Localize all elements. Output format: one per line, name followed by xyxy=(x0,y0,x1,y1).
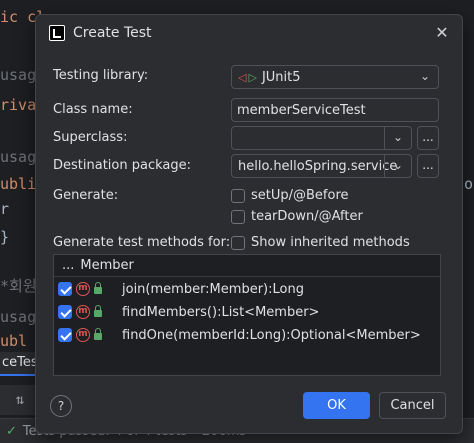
list-header-dots: ... xyxy=(62,258,75,273)
bg-code-fragment: o xyxy=(464,175,474,193)
method-checkbox[interactable] xyxy=(58,282,72,296)
list-header-label: Member xyxy=(80,258,134,273)
setup-label: setUp/@Before xyxy=(251,188,349,203)
help-button[interactable]: ? xyxy=(50,395,72,417)
show-inherited-checkbox[interactable] xyxy=(231,235,245,250)
public-lock-icon xyxy=(94,305,102,317)
superclass-label: Superclass: xyxy=(53,130,128,145)
method-icon: m xyxy=(76,282,90,296)
bg-code-line: ubli xyxy=(0,175,37,193)
method-row[interactable]: m join(member:Member):Long xyxy=(54,278,440,300)
setup-checkbox-row[interactable]: setUp/@Before xyxy=(231,188,349,203)
superclass-select[interactable]: ⌄ xyxy=(231,126,412,150)
method-checkbox[interactable] xyxy=(58,305,72,319)
methods-list[interactable]: ... Member m join(member:Member):Long m … xyxy=(53,254,441,376)
combo-separator xyxy=(384,127,385,149)
bg-run-tab[interactable]: ceTest xyxy=(0,352,40,376)
destination-package-label: Destination package: xyxy=(53,158,191,173)
teardown-checkbox[interactable] xyxy=(231,209,245,224)
generate-methods-label: Generate test methods for: xyxy=(53,235,230,250)
method-row[interactable]: m findMembers():List<Member> xyxy=(54,301,440,323)
public-lock-icon xyxy=(94,328,102,340)
testing-library-value: JUnit5 xyxy=(261,69,301,85)
teardown-checkbox-row[interactable]: tearDown/@After xyxy=(231,209,363,224)
junit-left-icon: ◁ xyxy=(238,70,247,84)
chevron-down-icon: ⌄ xyxy=(419,69,430,83)
method-icon: m xyxy=(76,328,90,342)
method-signature: findOne(memberId:Long):Optional<Member> xyxy=(122,327,421,343)
sort-icon[interactable]: ⇅ xyxy=(0,385,40,415)
show-inherited-row[interactable]: Show inherited methods xyxy=(231,235,410,250)
dialog-titlebar: Create Test ✕ xyxy=(36,15,462,51)
generate-methods-label-text: Generate test methods for: xyxy=(53,235,231,250)
dialog-title: Create Test xyxy=(73,25,152,41)
ok-button[interactable]: OK xyxy=(303,392,370,419)
setup-checkbox[interactable] xyxy=(231,188,245,203)
cancel-button[interactable]: Cancel xyxy=(379,392,446,419)
generate-label: Generate: xyxy=(53,188,119,203)
testing-library-label-text: Testing library: xyxy=(53,68,149,83)
chevron-down-icon: ⌄ xyxy=(392,158,403,172)
bg-code-line: *회원 xyxy=(0,277,37,295)
show-inherited-label: Show inherited methods xyxy=(251,235,410,250)
close-icon[interactable]: ✕ xyxy=(432,23,452,43)
bg-code-line: usag xyxy=(0,66,37,84)
public-lock-icon xyxy=(94,282,102,294)
method-signature: join(member:Member):Long xyxy=(122,281,304,297)
testing-library-label: Testing library: xyxy=(53,68,148,83)
class-name-label: Class name: xyxy=(53,102,133,117)
destination-package-value: hello.helloSpring.service xyxy=(238,158,398,174)
combo-separator xyxy=(384,155,385,177)
method-row[interactable]: m findOne(memberId:Long):Optional<Member… xyxy=(54,324,440,346)
method-icon: m xyxy=(76,305,90,319)
chevron-down-icon: ⌄ xyxy=(392,130,403,144)
bg-code-line: usag xyxy=(0,148,37,166)
bg-code-line: usag xyxy=(0,308,37,326)
testing-library-select[interactable]: ◁ ▷ JUnit5 ⌄ xyxy=(231,65,439,89)
junit-right-icon: ▷ xyxy=(248,70,257,84)
destination-package-select[interactable]: hello.helloSpring.service ⌄ xyxy=(231,154,412,178)
create-test-dialog: Create Test ✕ Testing library: ◁ ▷ JUnit… xyxy=(35,14,463,434)
bg-code-line: r xyxy=(0,200,10,218)
intellij-logo-icon xyxy=(49,25,65,41)
list-header[interactable]: ... Member xyxy=(54,255,440,277)
method-checkbox[interactable] xyxy=(58,328,72,342)
destination-browse-button[interactable]: ... xyxy=(417,154,439,178)
superclass-browse-button[interactable]: ... xyxy=(417,126,439,150)
bg-code-line: ubl xyxy=(0,332,28,350)
teardown-label: tearDown/@After xyxy=(251,209,363,224)
bg-code-line: } xyxy=(0,228,10,246)
class-name-input[interactable] xyxy=(231,98,439,122)
method-signature: findMembers():List<Member> xyxy=(122,304,320,320)
check-icon: ✓ xyxy=(6,423,17,439)
